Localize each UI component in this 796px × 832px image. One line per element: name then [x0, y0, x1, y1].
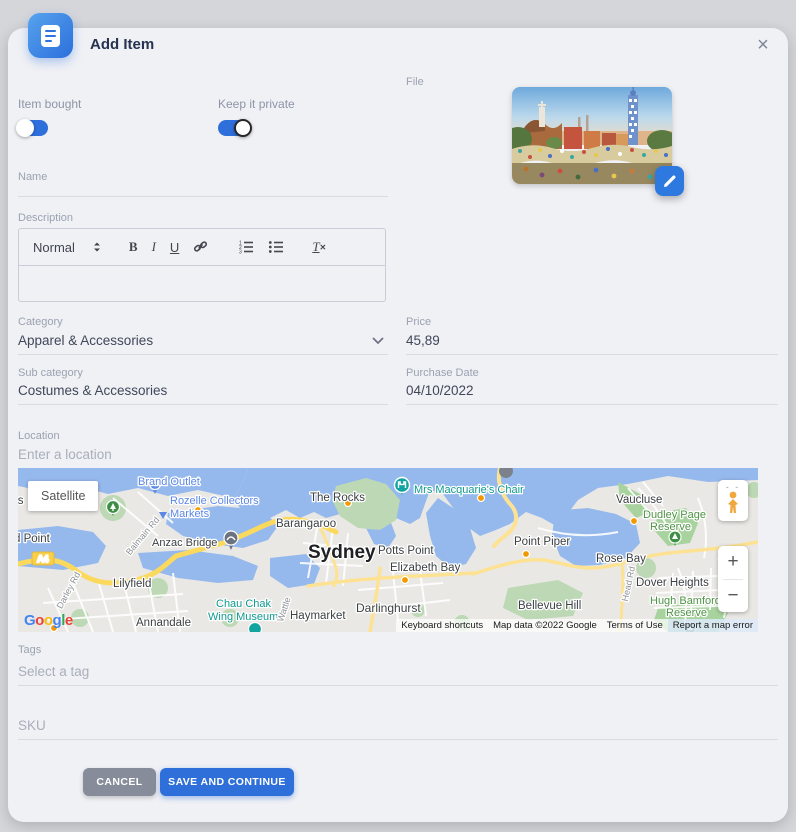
- map-label: The Rocks: [310, 492, 365, 504]
- map-label: Wing Museum: [208, 611, 278, 623]
- item-bought-label: Item bought: [18, 97, 81, 111]
- pegman-control[interactable]: - -: [718, 480, 748, 521]
- map-label: d Point: [18, 533, 51, 545]
- page-title: Add Item: [90, 37, 154, 53]
- tags-input[interactable]: [18, 662, 778, 686]
- italic-button[interactable]: I: [152, 239, 156, 255]
- map-data-text: Map data ©2022 Google: [488, 619, 602, 632]
- clear-format-icon[interactable]: T✕: [312, 239, 326, 255]
- purchase-date-label: Purchase Date: [406, 367, 479, 379]
- location-input[interactable]: [18, 445, 758, 469]
- category-select[interactable]: [18, 331, 388, 355]
- keep-private-label: Keep it private: [218, 97, 295, 111]
- route-shield-a4: A4: [32, 552, 54, 565]
- map-label: Sydney: [308, 542, 376, 563]
- save-and-continue-button[interactable]: SAVE AND CONTINUE: [160, 768, 294, 796]
- poi-marker-museum: [249, 623, 262, 633]
- map-label: Mrs Macquarie's Chair: [414, 484, 524, 496]
- map-label: Elizabeth Bay: [390, 562, 461, 574]
- map-label: Bellevue Hill: [518, 600, 581, 612]
- price-input[interactable]: [406, 331, 778, 355]
- name-input[interactable]: [18, 173, 388, 197]
- item-photo: [512, 87, 672, 184]
- google-map[interactable]: A4 Brand Outlet Rozelle Collectors Marke…: [18, 468, 758, 632]
- map-label: Darlinghurst: [356, 601, 421, 615]
- map-label: Rozelle Collectors: [170, 495, 259, 507]
- editor-toolbar: Normal B I U 123: [19, 229, 385, 266]
- map-label: Chau Chak: [216, 598, 272, 610]
- svg-text:3: 3: [239, 250, 242, 255]
- map-type-satellite-button[interactable]: Satellite: [28, 481, 98, 511]
- pegman-icon: [725, 490, 741, 514]
- map-attribution: Keyboard shortcuts Map data ©2022 Google…: [396, 619, 758, 632]
- google-logo: Google: [24, 612, 73, 629]
- item-bought-toggle[interactable]: [18, 120, 48, 136]
- map-label: Lilyfield: [113, 578, 151, 590]
- svg-text:A4: A4: [37, 554, 48, 564]
- map-label: Reserve: [650, 521, 691, 533]
- cancel-button[interactable]: CANCEL: [83, 768, 156, 796]
- keyboard-shortcuts-link[interactable]: Keyboard shortcuts: [396, 619, 488, 632]
- tags-label: Tags: [18, 644, 41, 656]
- map-label: Brand Outlet: [138, 476, 200, 488]
- zoom-out-button[interactable]: −: [718, 580, 748, 613]
- map-label: Hugh Bamford: [650, 595, 721, 607]
- map-label: Potts Point: [378, 545, 434, 557]
- category-label: Category: [18, 316, 63, 328]
- purchase-date-input[interactable]: [406, 381, 778, 405]
- pencil-icon: [663, 174, 677, 188]
- map-type-control: Map Satellite: [28, 481, 98, 511]
- map-label: Annandale: [136, 617, 191, 629]
- map-label: Barangaroo: [276, 518, 336, 530]
- ordered-list-icon[interactable]: 123: [238, 240, 254, 254]
- add-item-dialog: Add Item × Item bought Keep it private F…: [8, 28, 788, 822]
- keep-private-toggle[interactable]: [218, 120, 248, 136]
- note-icon: [28, 13, 73, 58]
- link-icon[interactable]: [193, 240, 208, 254]
- description-label: Description: [18, 212, 73, 224]
- underline-button[interactable]: U: [170, 240, 179, 255]
- description-input[interactable]: [19, 266, 385, 302]
- price-label: Price: [406, 316, 431, 328]
- map-label: Anzac Bridge: [152, 537, 217, 549]
- bullet-list-icon[interactable]: [268, 240, 284, 254]
- report-error-link[interactable]: Report a map error: [668, 619, 758, 632]
- zoom-control: + −: [718, 546, 748, 612]
- map-label: Vaucluse: [616, 494, 662, 506]
- map-label: Dover Heights: [636, 577, 709, 589]
- map-label: Haymarket: [290, 610, 346, 622]
- sku-input[interactable]: [18, 716, 778, 740]
- file-label: File: [406, 76, 424, 88]
- chevron-down-icon[interactable]: [372, 333, 384, 348]
- map-label: Reserve: [666, 607, 707, 619]
- description-editor: Normal B I U 123: [18, 228, 386, 302]
- subcategory-input[interactable]: [18, 381, 388, 405]
- map-label: Dudley Page: [643, 509, 706, 521]
- map-label: Markets: [170, 508, 210, 520]
- bold-button[interactable]: B: [129, 239, 138, 255]
- close-icon[interactable]: ×: [752, 34, 774, 56]
- terms-link[interactable]: Terms of Use: [602, 619, 668, 632]
- map-label: Rose Bay: [596, 553, 646, 565]
- location-label: Location: [18, 430, 60, 442]
- map-label: ss: [18, 495, 24, 507]
- edit-photo-button[interactable]: [655, 166, 684, 196]
- style-picker-arrows-icon[interactable]: [93, 241, 101, 253]
- zoom-in-button[interactable]: +: [718, 546, 748, 579]
- map-label: Point Piper: [514, 536, 570, 548]
- style-picker[interactable]: Normal: [33, 240, 75, 255]
- subcategory-label: Sub category: [18, 367, 83, 379]
